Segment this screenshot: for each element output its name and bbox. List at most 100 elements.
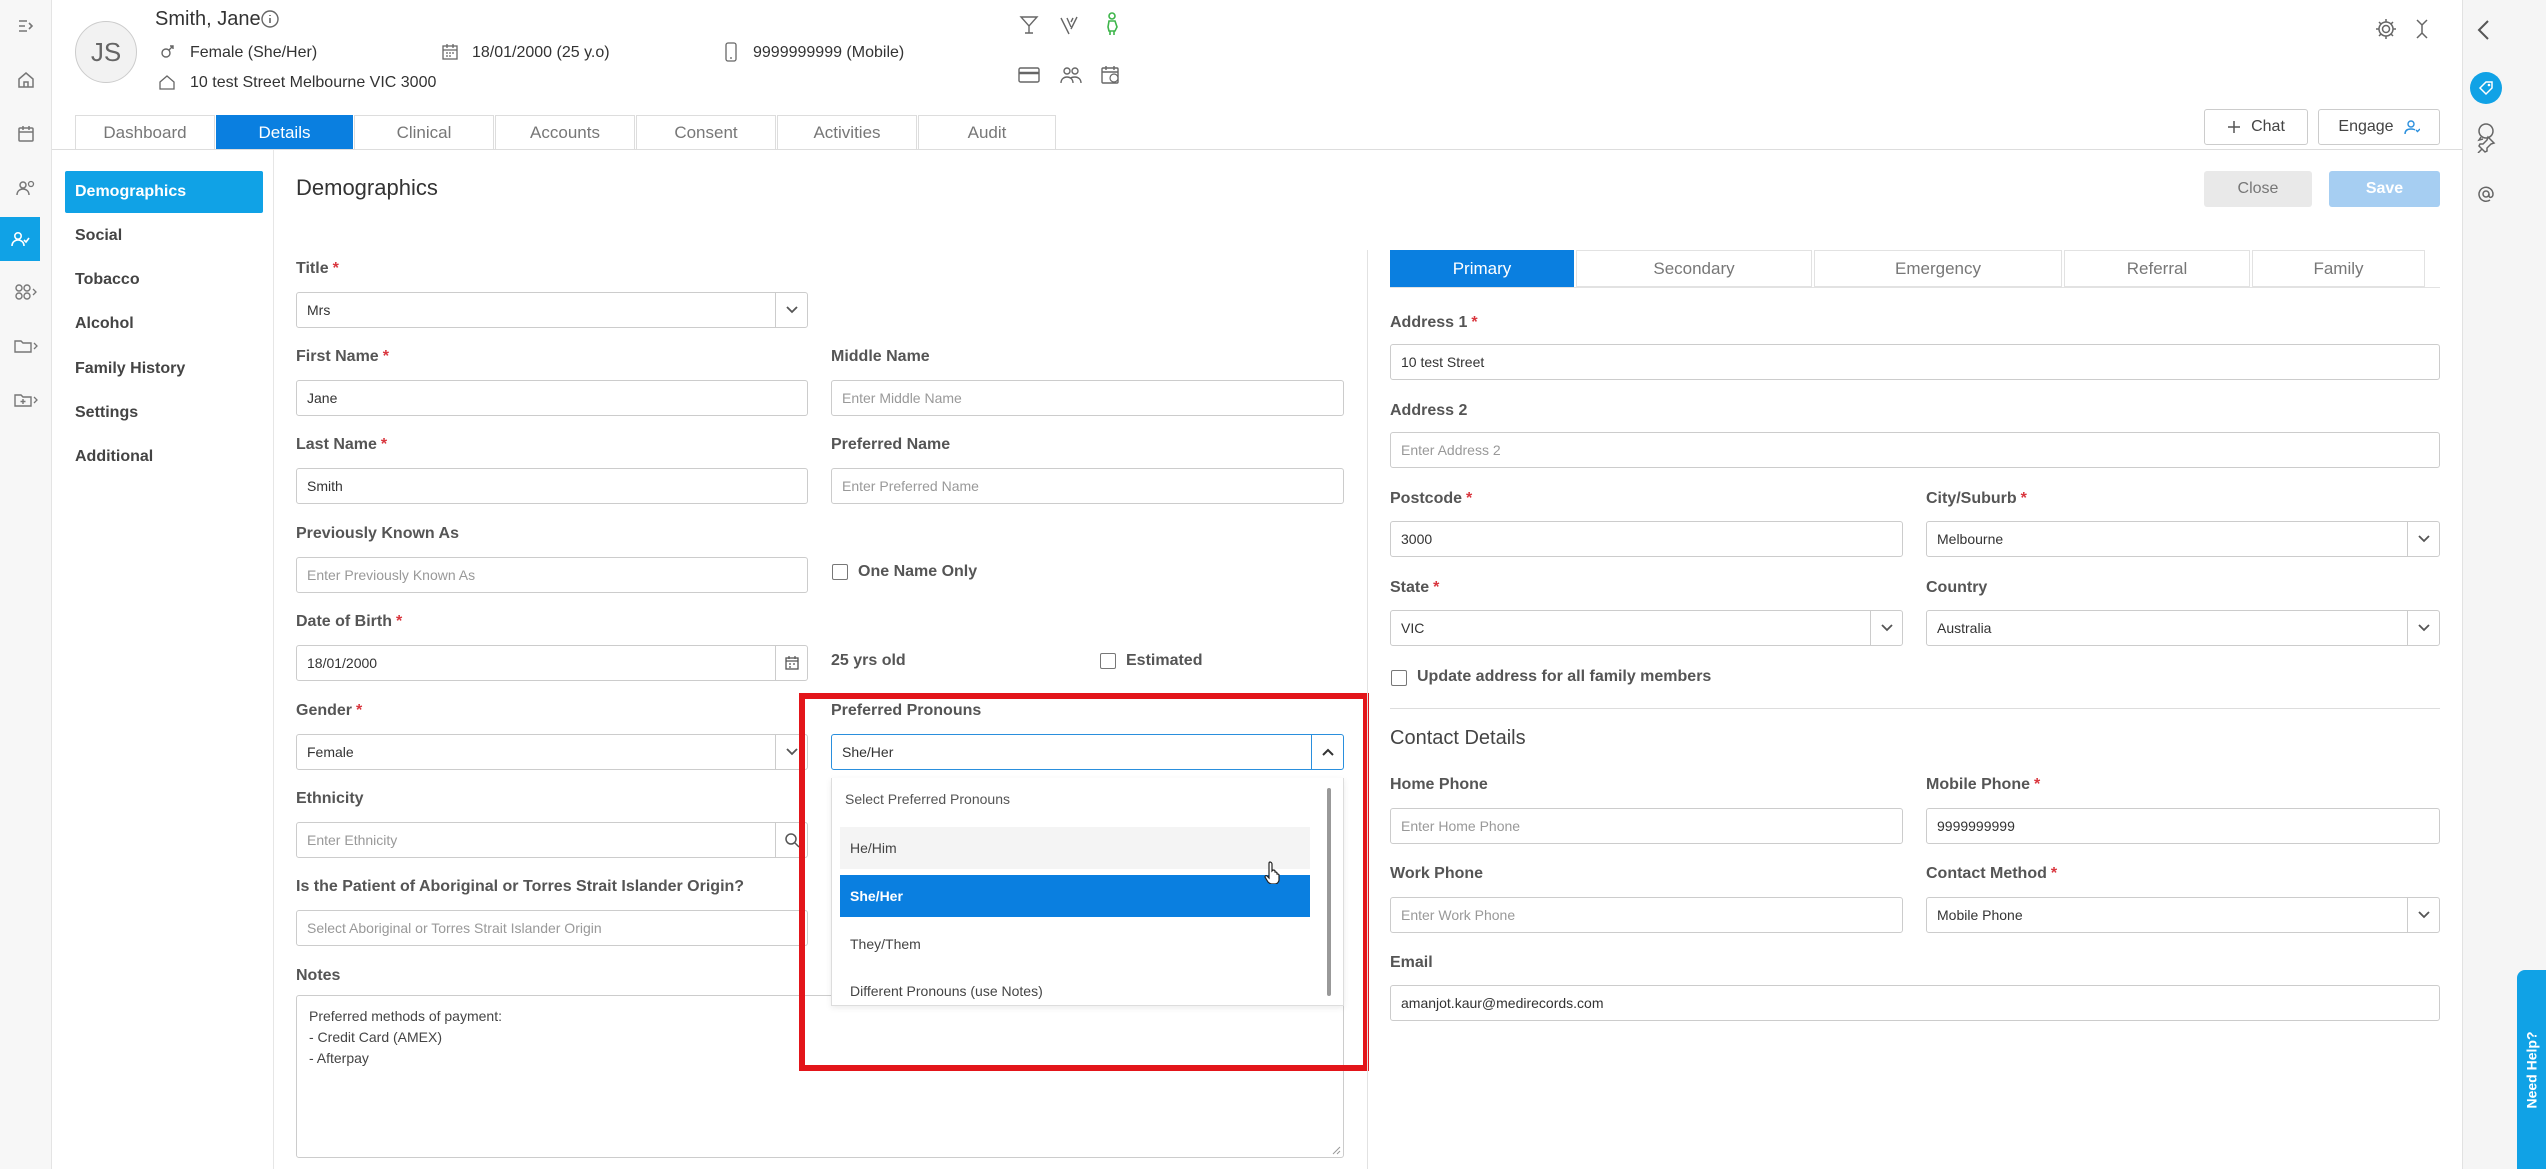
subtab-primary[interactable]: Primary — [1390, 250, 1574, 287]
sidebar-item-settings[interactable]: Settings — [65, 392, 263, 434]
gender-icon — [158, 43, 176, 61]
tag-icon[interactable] — [2470, 72, 2502, 104]
home-phone-label: Home Phone — [1390, 776, 1488, 793]
subtab-emergency[interactable]: Emergency — [1814, 250, 2062, 287]
sidebar-item-additional[interactable]: Additional — [65, 436, 263, 478]
chat-label: Chat — [2251, 118, 2285, 135]
collapse-header-icon[interactable] — [2412, 17, 2432, 41]
sidebar-item-family-history[interactable]: Family History — [65, 348, 263, 390]
update-family-label: Update address for all family members — [1417, 668, 1712, 685]
dob-field[interactable]: 18/01/2000 — [296, 645, 808, 681]
folder-icon[interactable] — [0, 324, 52, 368]
appointment-calendar-icon[interactable] — [1100, 64, 1122, 86]
ethnicity-placeholder: Enter Ethnicity — [307, 832, 398, 848]
email-field[interactable]: amanjot.kaur@medirecords.com — [1390, 985, 2440, 1021]
mobile-phone-field[interactable]: 9999999999 — [1926, 808, 2440, 844]
chevron-down-icon[interactable] — [2407, 611, 2439, 645]
gender-select[interactable]: Female — [296, 734, 808, 770]
required-marker: * — [2034, 776, 2041, 793]
last-name-field[interactable]: Smith — [296, 468, 808, 504]
address2-label: Address 2 — [1390, 402, 1468, 419]
title-select[interactable]: Mrs — [296, 292, 808, 328]
previously-known-field[interactable]: Enter Previously Known As — [296, 557, 808, 593]
chevron-down-icon[interactable] — [775, 293, 807, 327]
postcode-field[interactable]: 3000 — [1390, 521, 1903, 557]
sidebar-item-tobacco[interactable]: Tobacco — [65, 259, 263, 301]
one-name-only-checkbox[interactable] — [832, 564, 848, 580]
expand-menu-icon[interactable] — [0, 4, 52, 48]
country-select[interactable]: Australia — [1926, 610, 2440, 646]
atsi-select[interactable]: Select Aboriginal or Torres Strait Islan… — [296, 910, 808, 946]
pushpin-icon[interactable] — [2476, 133, 2496, 153]
chat-button[interactable]: Chat — [2204, 109, 2308, 145]
sidebar-item-social[interactable]: Social — [65, 215, 263, 257]
tab-audit[interactable]: Audit — [918, 115, 1056, 149]
card-icon[interactable] — [1017, 65, 1041, 85]
city-label-text: City/Suburb — [1926, 490, 2017, 507]
collapse-left-chevron-icon[interactable] — [2474, 18, 2494, 42]
tab-clinical[interactable]: Clinical — [354, 115, 494, 149]
state-select[interactable]: VIC — [1390, 610, 1903, 646]
chevron-down-icon[interactable] — [2407, 522, 2439, 556]
section-divider — [1390, 708, 2440, 709]
page-title: Demographics — [296, 175, 438, 200]
need-help-tab[interactable]: Need Help? — [2517, 970, 2546, 1169]
subtab-family[interactable]: Family — [2252, 250, 2425, 287]
tab-consent[interactable]: Consent — [636, 115, 776, 149]
close-button[interactable]: Close — [2204, 171, 2312, 207]
required-marker: * — [2020, 490, 2027, 507]
smoking-icon[interactable] — [1059, 14, 1083, 36]
patients-group-icon[interactable] — [0, 166, 52, 210]
preferred-name-field[interactable]: Enter Preferred Name — [831, 468, 1344, 504]
tab-accounts[interactable]: Accounts — [495, 115, 635, 149]
tab-activities[interactable]: Activities — [777, 115, 917, 149]
chevron-down-icon[interactable] — [1870, 611, 1902, 645]
calendar-picker-icon[interactable] — [775, 646, 807, 680]
address2-field[interactable]: Enter Address 2 — [1390, 432, 2440, 468]
first-name-field[interactable]: Jane — [296, 380, 808, 416]
required-marker: * — [380, 436, 388, 453]
patient-dob: 18/01/2000 (25 y.o) — [472, 44, 610, 61]
modules-icon[interactable] — [0, 270, 52, 314]
avatar: JS — [75, 21, 137, 83]
subtab-referral[interactable]: Referral — [2064, 250, 2250, 287]
contact-method-label-text: Contact Method — [1926, 865, 2047, 882]
contact-method-select[interactable]: Mobile Phone — [1926, 897, 2440, 933]
ethnicity-field[interactable]: Enter Ethnicity — [296, 822, 808, 858]
age-text: 25 yrs old — [831, 652, 906, 669]
info-icon[interactable] — [260, 9, 280, 29]
calendar-icon[interactable] — [0, 112, 52, 156]
postcode-label-text: Postcode — [1390, 490, 1463, 507]
engage-button[interactable]: Engage — [2318, 109, 2440, 145]
patient-name[interactable]: Smith, Jane — [155, 8, 261, 31]
alcohol-glass-icon[interactable] — [1018, 14, 1040, 36]
city-select[interactable]: Melbourne — [1926, 521, 2440, 557]
state-label: State * — [1390, 579, 1439, 597]
save-button[interactable]: Save — [2329, 171, 2440, 207]
settings-gear-icon[interactable] — [2374, 17, 2398, 41]
tab-dashboard[interactable]: Dashboard — [75, 115, 215, 149]
folder-add-icon[interactable] — [0, 378, 52, 422]
middle-name-field[interactable]: Enter Middle Name — [831, 380, 1344, 416]
tab-details[interactable]: Details — [216, 115, 353, 149]
work-phone-field[interactable]: Enter Work Phone — [1390, 897, 1903, 933]
dob-value: 18/01/2000 — [307, 655, 378, 671]
required-marker: * — [396, 613, 403, 630]
update-family-checkbox[interactable] — [1391, 670, 1407, 686]
address1-field[interactable]: 10 test Street — [1390, 344, 2440, 380]
state-label-text: State — [1390, 579, 1430, 596]
rail-active-patient[interactable] — [0, 217, 40, 261]
subtab-secondary[interactable]: Secondary — [1576, 250, 1812, 287]
home-phone-field[interactable]: Enter Home Phone — [1390, 808, 1903, 844]
estimated-checkbox[interactable] — [1100, 653, 1116, 669]
chevron-down-icon[interactable] — [2407, 898, 2439, 932]
family-icon[interactable] — [1059, 64, 1083, 86]
pregnancy-icon[interactable] — [1101, 11, 1123, 37]
one-name-only-label: One Name Only — [858, 563, 978, 580]
required-marker: * — [2050, 865, 2058, 882]
sidebar-item-alcohol[interactable]: Alcohol — [65, 303, 263, 345]
title-label-text: Title — [296, 260, 329, 277]
sidebar-item-demographics[interactable]: Demographics — [65, 171, 263, 213]
home-icon[interactable] — [0, 58, 52, 102]
mention-icon[interactable] — [2476, 184, 2496, 204]
